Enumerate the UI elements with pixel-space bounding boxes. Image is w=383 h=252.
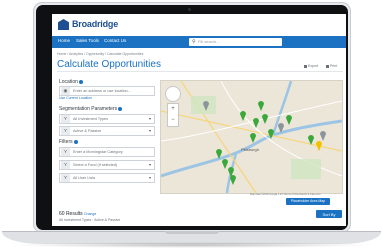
- filter-icon: Y: [61, 148, 70, 156]
- laptop-shadow: [10, 242, 373, 248]
- map-area-button-label: Placeholder Area Map: [290, 199, 326, 203]
- map-zoom-control: + −: [167, 103, 179, 127]
- chevron-down-icon: ▾: [148, 175, 151, 180]
- print-label: Print: [330, 64, 338, 68]
- sort-by-label: Sort By: [322, 212, 336, 217]
- filters-label: Filters: [59, 139, 78, 145]
- chevron-down-icon: ▾: [148, 116, 151, 121]
- title-divider: [57, 71, 343, 72]
- morningstar-category-input[interactable]: Enter a Morningstar Category: [73, 150, 123, 154]
- zoom-out-button[interactable]: −: [168, 115, 178, 126]
- location-field[interactable]: ◉ Enter an address or use location...: [59, 86, 155, 96]
- chevron-down-icon: ▾: [148, 162, 151, 167]
- investment-type-select[interactable]: Y All Investment Types ▾: [59, 114, 155, 124]
- main-nav: Home Sales Tools Contact Us ⚲ Fill searc…: [52, 36, 346, 48]
- nav-sales-tools[interactable]: Sales Tools: [76, 38, 99, 43]
- laptop-notch: [165, 231, 219, 234]
- search-icon: ⚲: [192, 39, 196, 45]
- location-label: Location: [59, 79, 83, 85]
- nav-home[interactable]: Home: [58, 38, 70, 43]
- search-input[interactable]: Fill search...: [198, 39, 220, 44]
- management-style-value: Active & Passive: [73, 129, 102, 133]
- location-pin-icon: ◉: [61, 87, 70, 95]
- map-view[interactable]: Pittsburgh + −: [160, 80, 343, 194]
- filter-icon: Y: [61, 127, 70, 135]
- investment-type-value: All Investment Types: [73, 117, 108, 121]
- management-style-select[interactable]: Y Active & Passive ▾: [59, 126, 155, 136]
- camera-icon: [188, 8, 191, 11]
- nav-contact[interactable]: Contact Us: [104, 38, 126, 43]
- map-city-label: Pittsburgh: [241, 147, 259, 152]
- map-attribution: Map data ©2018 Google 1 km Terms of Use …: [250, 193, 321, 196]
- fund-select[interactable]: Y Select a Fund (if selected) ▾: [59, 160, 155, 170]
- info-icon: [78, 79, 83, 84]
- info-icon: [118, 106, 123, 111]
- export-label: Export: [308, 64, 319, 68]
- app-header: Broadridge: [52, 14, 346, 37]
- map-pan-control[interactable]: [165, 86, 181, 102]
- brand-name: Broadridge: [72, 19, 119, 29]
- export-icon: [304, 64, 307, 68]
- print-button[interactable]: Print: [326, 64, 337, 68]
- segmentation-label: Segmentation Parameters: [59, 106, 123, 112]
- morningstar-category-field[interactable]: Y Enter a Morningstar Category: [59, 147, 155, 157]
- user-lists-select[interactable]: Y All User Lists ▾: [59, 173, 155, 183]
- zoom-in-button[interactable]: +: [168, 104, 178, 115]
- use-current-location-link[interactable]: Use Current Location: [59, 96, 92, 100]
- results-count: 60 Results Change: [59, 211, 97, 217]
- fund-select-value: Select a Fund (if selected): [73, 163, 118, 167]
- info-icon: [73, 139, 78, 144]
- change-link[interactable]: Change: [84, 212, 96, 216]
- map-canvas: Pittsburgh: [161, 81, 342, 193]
- results-subtitle: All Investment Types · Active & Passive: [59, 218, 121, 222]
- filter-icon: Y: [61, 161, 70, 169]
- location-input[interactable]: Enter an address or use location...: [73, 89, 131, 93]
- chevron-down-icon: ▾: [148, 128, 151, 133]
- page-title: Calculate Opportunities: [57, 59, 161, 70]
- logo-icon: [58, 19, 69, 30]
- export-button[interactable]: Export: [304, 64, 318, 68]
- user-lists-value: All User Lists: [73, 176, 96, 180]
- filter-icon: Y: [61, 115, 70, 123]
- filter-icon: Y: [61, 174, 70, 182]
- print-icon: [326, 64, 329, 68]
- breadcrumb: Home / Analytics / Opportunity / Calcula…: [57, 52, 144, 56]
- map-area-button[interactable]: Placeholder Area Map: [286, 198, 330, 205]
- sort-by-button[interactable]: Sort By: [316, 210, 342, 218]
